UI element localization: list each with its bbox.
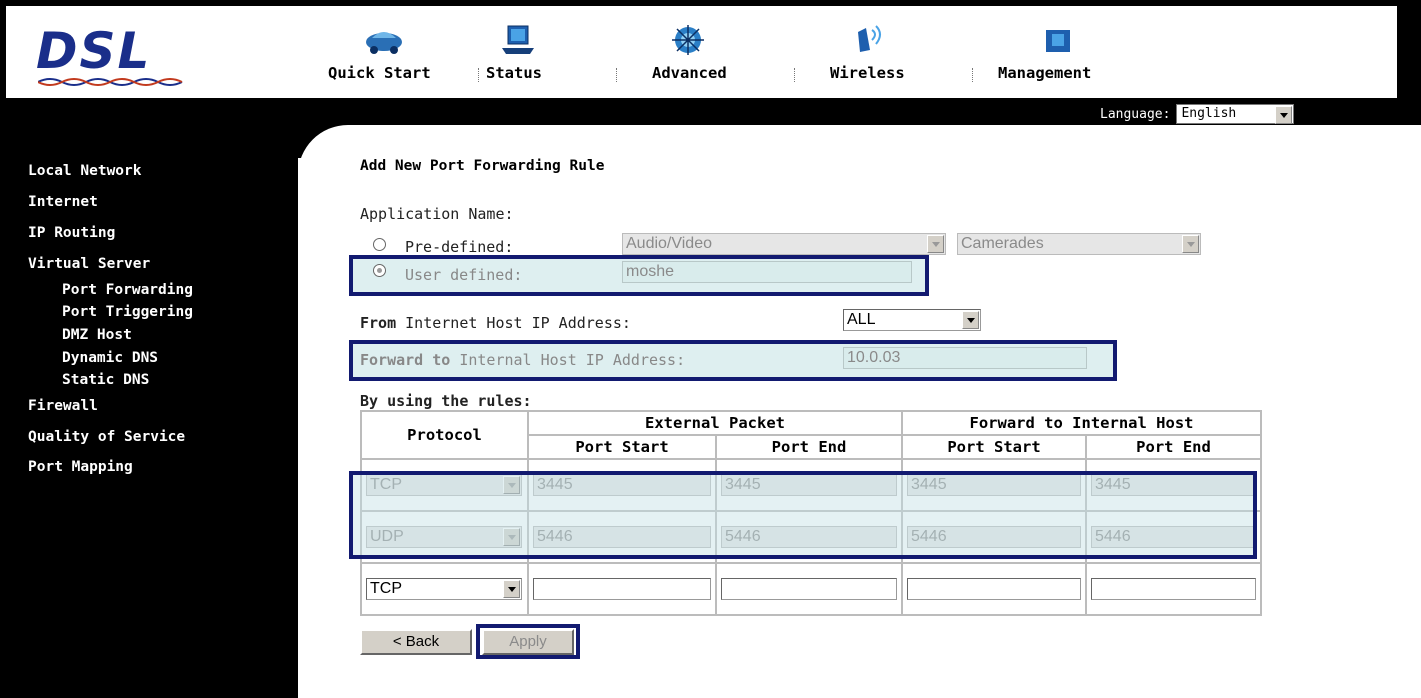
nav-status[interactable]: Status [486, 24, 586, 86]
forward-ip-label: Forward to Internal Host IP Address: [360, 351, 685, 369]
predefined-category-select[interactable]: Audio/Video [622, 233, 946, 255]
nav-advanced[interactable]: Advanced [628, 24, 768, 86]
nav-wireless[interactable]: Wireless [808, 24, 948, 86]
page-title: Add New Port Forwarding Rule [360, 158, 605, 174]
user-defined-input[interactable]: moshe [622, 261, 912, 283]
rules-heading: By using the rules: [360, 392, 532, 410]
sidebar-item-internet[interactable]: Internet [28, 194, 98, 210]
ext-port-start-input[interactable] [533, 578, 711, 600]
sidebar-item-ip-routing[interactable]: IP Routing [28, 225, 115, 241]
language-value: English [1181, 106, 1237, 121]
predefined-app-select[interactable]: Camerades [957, 233, 1201, 255]
dsl-logo: DSL [36, 22, 206, 86]
sidebar-item-firewall[interactable]: Firewall [28, 398, 98, 414]
protocol-header: Protocol [362, 412, 527, 458]
wireless-icon [858, 25, 881, 52]
predefined-radio[interactable] [373, 238, 386, 251]
protocol-cell: TCP [362, 564, 527, 614]
int-port-start-input[interactable] [907, 578, 1081, 600]
sidebar-item-static-dns[interactable]: Static DNS [62, 372, 149, 388]
right-border [1397, 0, 1421, 125]
int-port-end-header: Port End [1087, 436, 1260, 458]
internal-host-header: Forward to Internal Host [903, 412, 1260, 434]
int-port-end-input[interactable] [1091, 578, 1256, 600]
logo-text: DSL [36, 22, 152, 80]
nav-label: Quick Start [328, 64, 431, 82]
logo-wave-icon [38, 78, 183, 86]
from-ip-label: From Internet Host IP Address: [360, 314, 631, 332]
from-rest: Internet Host IP Address: [396, 314, 631, 332]
apply-button[interactable]: Apply [482, 629, 574, 655]
laptop-icon [502, 25, 534, 54]
port-cell [529, 564, 715, 614]
car-icon [366, 32, 402, 54]
language-dropdown[interactable]: English [1176, 104, 1295, 124]
forward-ip-input[interactable]: 10.0.03 [843, 347, 1087, 369]
ext-port-start-header: Port Start [529, 436, 715, 458]
chip-icon [672, 25, 704, 55]
from-ip-select[interactable]: ALL [843, 309, 981, 331]
sidebar-item-dynamic-dns[interactable]: Dynamic DNS [62, 350, 158, 366]
header: DSL Quick Start Status Advanced Wireless… [6, 6, 1397, 98]
chevron-down-icon[interactable] [927, 235, 944, 253]
nav-label: Management [998, 64, 1092, 82]
sidebar-item-dmz-host[interactable]: DMZ Host [62, 327, 132, 343]
nav-separator [794, 68, 795, 82]
nav-separator [972, 68, 973, 82]
chevron-down-icon[interactable] [503, 580, 520, 598]
nav-quick-start[interactable]: Quick Start [328, 24, 470, 86]
folder-icon [1046, 30, 1070, 52]
forward-bold: Forward to [360, 351, 451, 369]
port-cell [1087, 564, 1260, 614]
ext-port-end-input[interactable] [721, 578, 897, 600]
language-selector: Language: English [1100, 104, 1295, 124]
chevron-down-icon[interactable] [1275, 106, 1293, 124]
nav-label: Status [486, 64, 542, 82]
sidebar-item-port-forwarding[interactable]: Port Forwarding [62, 282, 193, 298]
protocol-select[interactable]: TCP [366, 578, 522, 600]
from-ip-value: ALL [847, 311, 876, 328]
predefined-label: Pre-defined: [405, 238, 514, 256]
forward-rest: Internal Host IP Address: [450, 351, 686, 369]
nav-label: Wireless [830, 64, 905, 82]
sidebar-item-quality-of-service[interactable]: Quality of Service [28, 429, 185, 445]
table-row: TCP [362, 564, 1260, 614]
nav-label: Advanced [652, 64, 727, 82]
predefined-app-value: Camerades [961, 235, 1044, 252]
nav-separator [478, 68, 479, 82]
sidebar-item-port-triggering[interactable]: Port Triggering [62, 304, 193, 320]
application-name-label: Application Name: [360, 205, 514, 223]
int-port-start-header: Port Start [903, 436, 1085, 458]
user-defined-radio[interactable] [373, 264, 386, 277]
sidebar-item-port-mapping[interactable]: Port Mapping [28, 459, 133, 475]
port-cell [903, 564, 1085, 614]
sidebar-item-local-network[interactable]: Local Network [28, 163, 142, 179]
back-button[interactable]: < Back [360, 629, 472, 655]
sidebar-item-virtual-server[interactable]: Virtual Server [28, 256, 150, 272]
port-cell [717, 564, 901, 614]
from-bold: From [360, 314, 397, 332]
nav-management[interactable]: Management [988, 24, 1158, 86]
nav-separator [616, 68, 617, 82]
chevron-down-icon[interactable] [962, 311, 979, 329]
external-packet-header: External Packet [529, 412, 901, 434]
predefined-category-value: Audio/Video [626, 235, 712, 252]
chevron-down-icon[interactable] [1182, 235, 1199, 253]
rules-highlight [349, 471, 1257, 559]
language-label: Language: [1100, 106, 1171, 122]
user-defined-label: User defined: [405, 266, 523, 284]
ext-port-end-header: Port End [717, 436, 901, 458]
protocol-value: TCP [370, 580, 402, 597]
